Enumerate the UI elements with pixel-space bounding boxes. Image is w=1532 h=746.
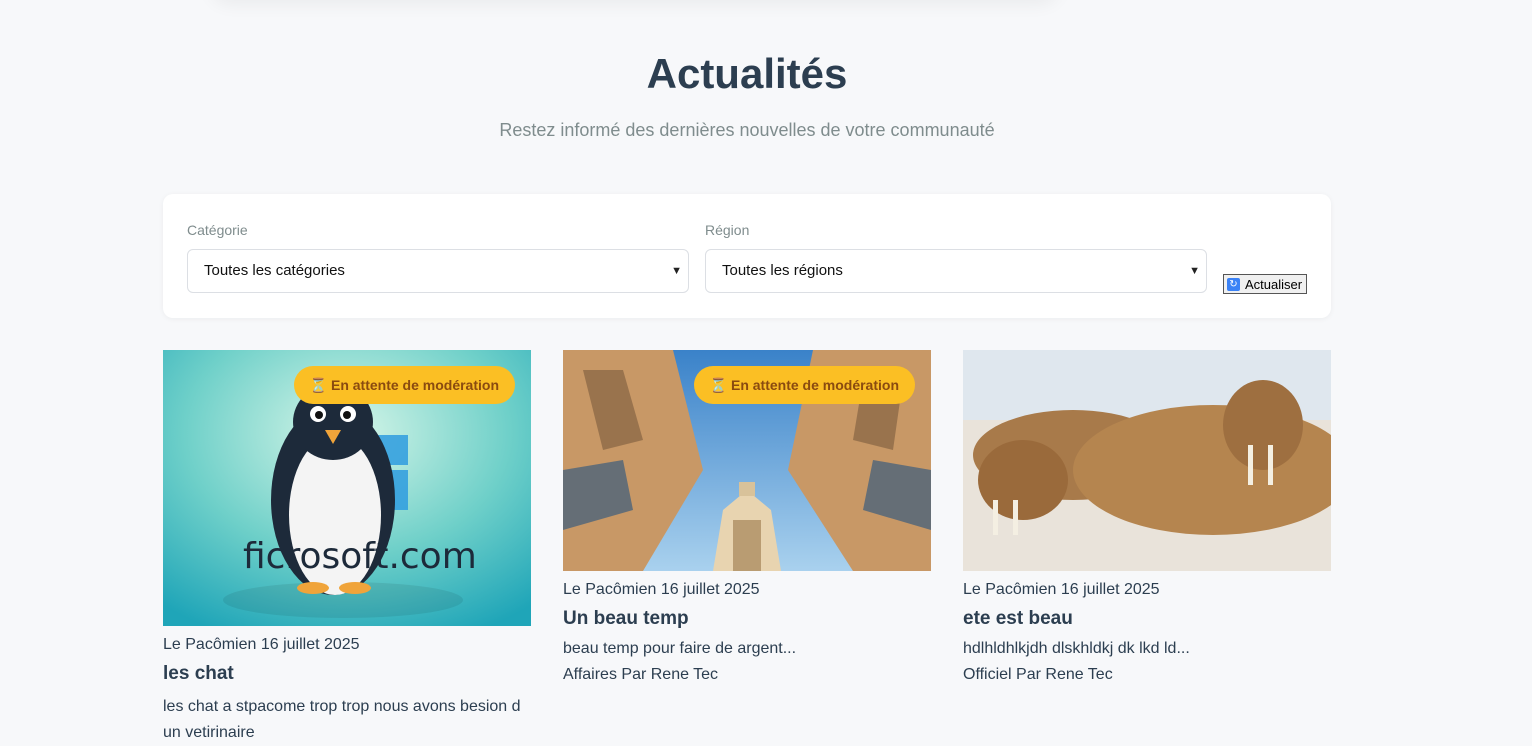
card-title[interactable]: les chat xyxy=(163,663,531,685)
moderation-badge: ⏳ En attente de modération xyxy=(293,366,515,404)
refresh-button[interactable]: ↻ Actualiser xyxy=(1223,274,1307,294)
card-excerpt: les chat a stpacome trop trop nous avons… xyxy=(163,698,521,741)
card-excerpt: hdlhldhlkjdh dlskhldkj dk lkd ld... xyxy=(963,640,1190,657)
city-buildings-sky-image[interactable]: ⏳ En attente de modération xyxy=(563,350,931,571)
walrus-illustration xyxy=(963,350,1331,571)
card-meta: Le Pacômien 16 juillet 2025 xyxy=(563,581,760,598)
refresh-icon: ↻ xyxy=(1227,277,1240,291)
card-title[interactable]: ete est beau xyxy=(963,608,1331,630)
refresh-button-label: Actualiser xyxy=(1245,276,1303,292)
moderation-badge: ⏳ En attente de modération xyxy=(693,366,915,404)
news-card[interactable]: ficrosoft.com ⏳ En attente de modération… xyxy=(163,350,531,746)
walrus-beach-image[interactable] xyxy=(963,350,1331,571)
category-select[interactable]: Toutes les catégories ▼ xyxy=(187,249,689,293)
region-select-value: Toutes les régions xyxy=(722,262,843,279)
chevron-down-icon: ▼ xyxy=(1189,265,1200,277)
card-footer: Officiel Par Rene Tec xyxy=(963,666,1113,683)
filter-panel: Catégorie Toutes les catégories ▼ Région… xyxy=(163,194,1331,318)
card-title[interactable]: Un beau temp xyxy=(563,608,931,630)
penguin-windows-image[interactable]: ficrosoft.com ⏳ En attente de modération xyxy=(163,350,531,626)
news-card[interactable]: ⏳ En attente de modération Le Pacômien 1… xyxy=(563,350,931,684)
page-title: Actualités xyxy=(646,50,848,97)
card-meta: Le Pacômien 16 juillet 2025 xyxy=(163,636,360,653)
card-excerpt: beau temp pour faire de argent... xyxy=(563,640,797,657)
card-footer: Affaires Par Rene Tec xyxy=(563,666,719,683)
chevron-down-icon: ▼ xyxy=(671,265,682,277)
image-watermark-text: ficrosoft.com xyxy=(243,536,477,577)
page-subtitle: Restez informé des dernières nouvelles d… xyxy=(499,120,995,140)
card-meta: Le Pacômien 16 juillet 2025 xyxy=(963,581,1160,598)
category-select-value: Toutes les catégories xyxy=(204,262,345,279)
region-select[interactable]: Toutes les régions ▼ xyxy=(705,249,1207,293)
news-card[interactable]: Le Pacômien 16 juillet 2025 ete est beau… xyxy=(963,350,1331,684)
region-label: Région xyxy=(705,222,750,238)
category-label: Catégorie xyxy=(187,222,248,238)
